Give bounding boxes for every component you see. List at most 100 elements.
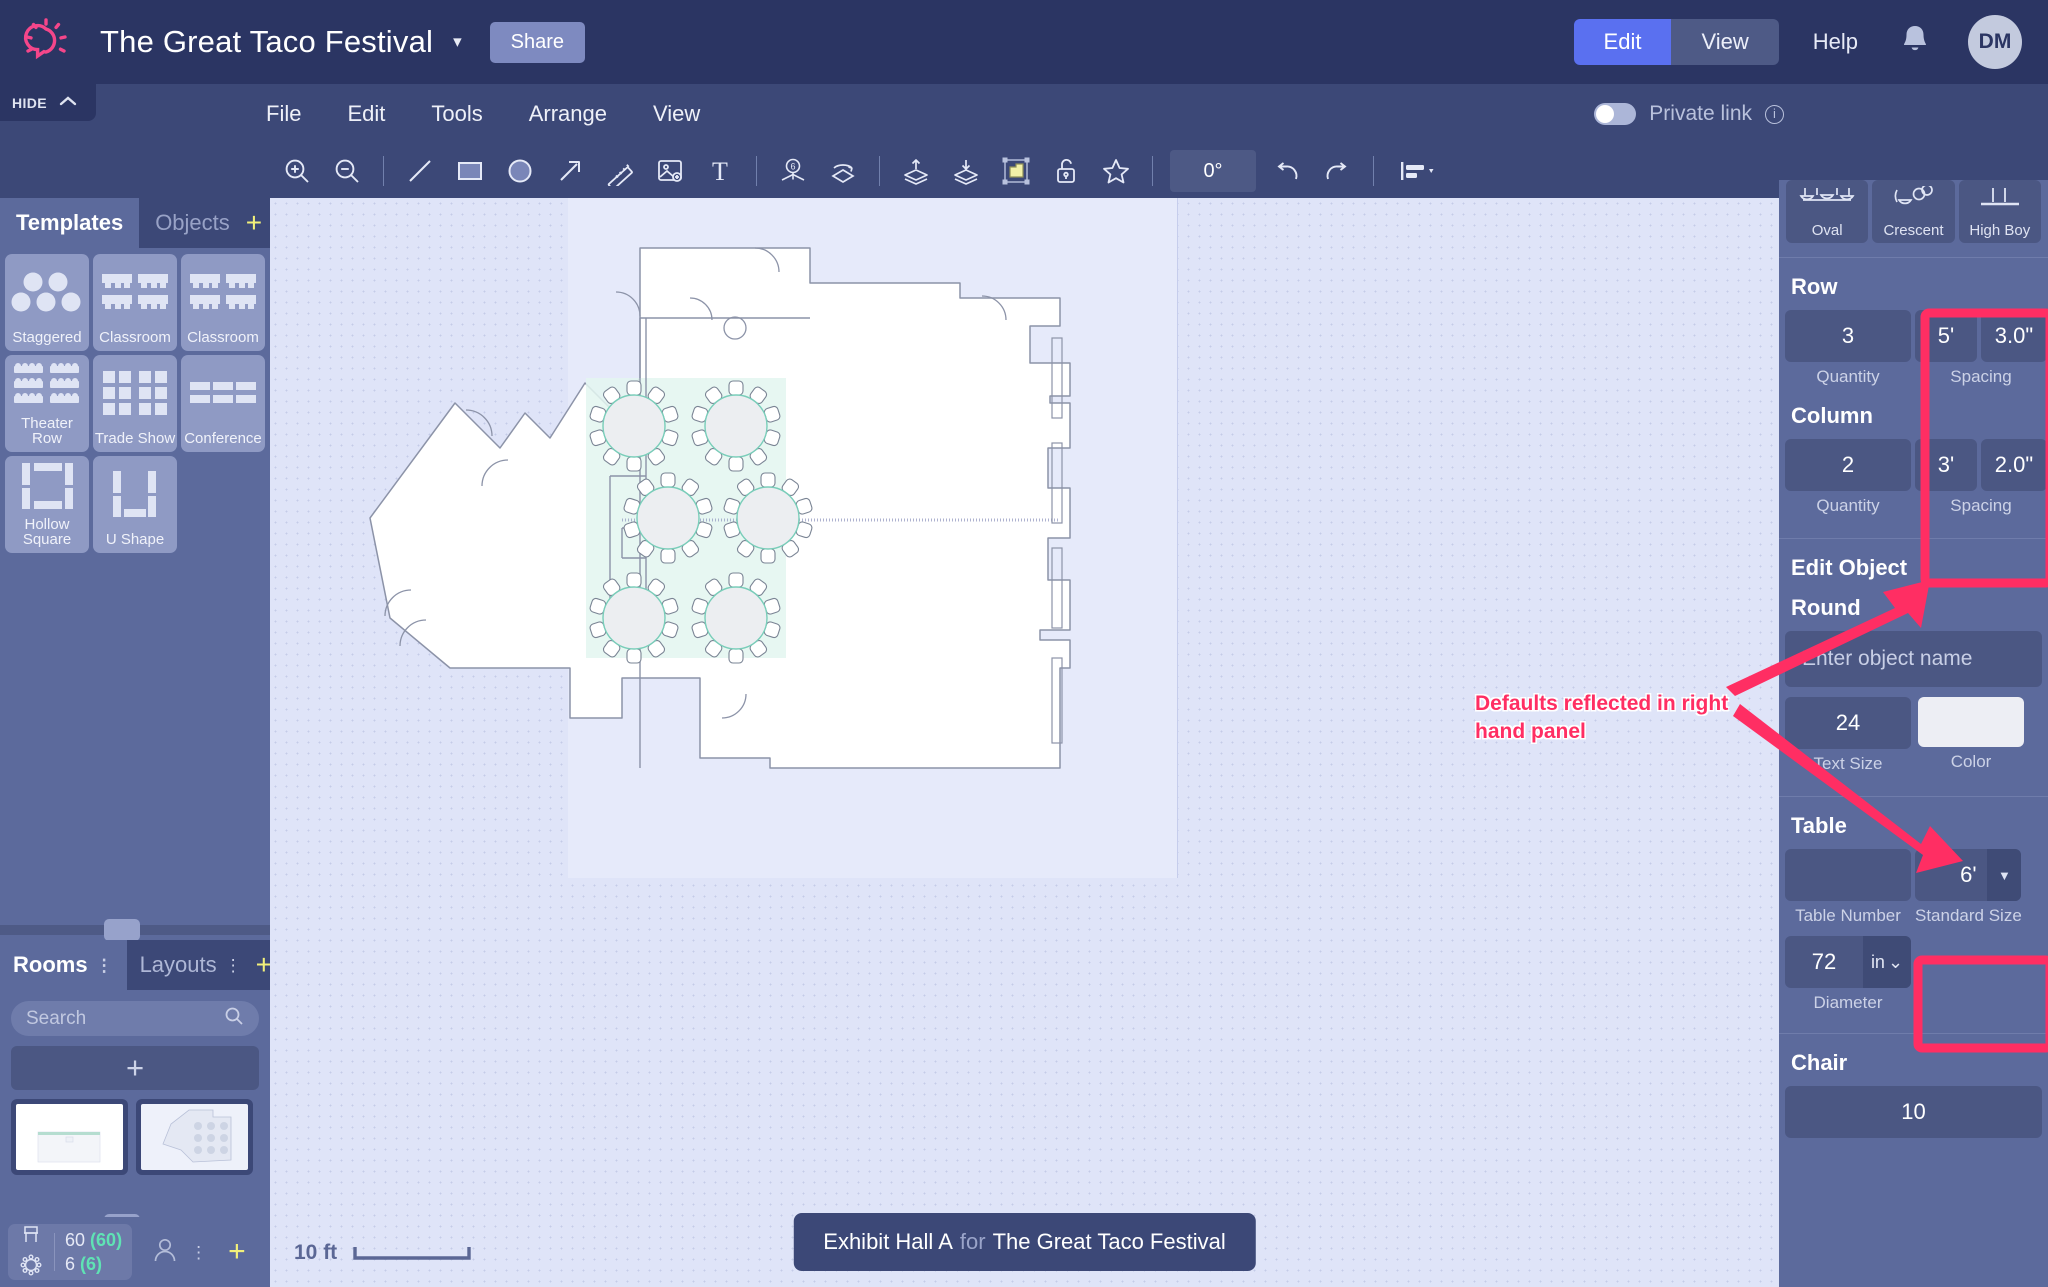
shape-card-oval[interactable]: Oval [1786,180,1868,243]
unlock-icon[interactable] [1041,144,1091,198]
object-name-placeholder: Enter object name [1802,647,1972,671]
flip-shape-icon[interactable] [818,144,868,198]
column-spacing-feet-input[interactable]: 3' [1915,439,1977,491]
person-icon[interactable] [150,1235,180,1270]
layouts-kebab-icon[interactable]: ⋮ [225,961,243,970]
room-thumbnail-1[interactable] [11,1099,128,1175]
measure-ruler-icon[interactable] [595,144,645,198]
private-link-label: Private link [1649,102,1752,126]
tab-templates[interactable]: Templates [0,198,139,248]
table-fields: Table Number 6' ▼ Standard Size [1785,849,2042,926]
menu-view[interactable]: View [653,101,700,127]
rooms-kebab-icon[interactable]: ⋮ [96,961,114,970]
text-size-wrap: 24 Text Size [1785,697,1911,774]
rectangle-tool-icon[interactable] [445,144,495,198]
text-tool-icon[interactable]: T [695,144,745,198]
column-fields: 2 Quantity 3' 2.0" Spacing [1785,439,2042,516]
arrow-tool-icon[interactable] [545,144,595,198]
room-thumbnail-2[interactable] [136,1099,253,1175]
chevron-down-icon: ⌄ [1888,952,1903,973]
column-settings-group: Column 2 Quantity 3' 2.0" Spacing [1779,387,2048,516]
tab-rooms[interactable]: Rooms ⋮ [0,940,127,990]
u-shape-art-icon [93,456,177,532]
menu-arrange[interactable]: Arrange [529,101,607,127]
template-card-classroom-1[interactable]: Classroom [93,254,177,351]
staggered-art-icon [5,254,89,330]
object-name-input[interactable]: Enter object name [1785,631,2042,687]
menu-items: File Edit Tools Arrange View [266,84,700,144]
tab-objects[interactable]: Objects [139,198,246,248]
template-card-hollow-square[interactable]: Hollow Square [5,456,89,553]
align-icon[interactable] [1385,144,1449,198]
shape-card-high-boy[interactable]: High Boy [1959,180,2041,243]
socialtables-logo-icon[interactable] [0,0,92,84]
standard-size-select[interactable]: 6' ▼ [1915,849,2021,901]
search-input[interactable]: Search [11,1001,259,1036]
rotation-input[interactable]: 0° [1170,150,1256,192]
group-shape-icon[interactable] [991,144,1041,198]
column-quantity-input[interactable]: 2 [1785,439,1911,491]
add-room-button[interactable]: + [11,1046,259,1090]
diameter-unit-select[interactable]: in ⌄ [1863,936,1911,988]
table-number-input[interactable] [1785,849,1911,901]
hide-panel-button[interactable]: HIDE [0,84,96,121]
template-card-classroom-2[interactable]: Classroom [181,254,265,351]
redo-icon[interactable] [1312,144,1362,198]
help-button[interactable]: Help [1813,29,1858,55]
template-card-trade-show[interactable]: Trade Show [93,355,177,452]
menu-tools[interactable]: Tools [431,101,482,127]
insert-image-icon[interactable] [645,144,695,198]
chair-settings-group: Chair [1779,1034,2048,1086]
zoom-in-icon[interactable] [272,144,322,198]
text-size-input[interactable]: 24 [1785,697,1911,749]
chair-quantity-input[interactable]: 10 [1785,1086,2042,1138]
splitter-handle[interactable] [104,919,140,941]
row-spacing-caption: Spacing [1915,367,2047,387]
ellipse-tool-icon[interactable] [495,144,545,198]
row-spacing-wrap: 5' 3.0" Spacing [1915,310,2047,387]
star-favorite-icon[interactable] [1091,144,1141,198]
diameter-fields: 72 in ⌄ Diameter [1785,936,2042,1013]
zoom-out-icon[interactable] [322,144,372,198]
line-tool-icon[interactable] [395,144,445,198]
template-card-u-shape[interactable]: U Shape [93,456,177,553]
undo-icon[interactable] [1262,144,1312,198]
search-placeholder: Search [26,1008,224,1030]
row-quantity-input[interactable]: 3 [1785,310,1911,362]
room-name-chip[interactable]: Exhibit Hall AforThe Great Taco Festival [793,1213,1255,1271]
shape-card-crescent[interactable]: Crescent [1872,180,1954,243]
title-dropdown-caret-icon[interactable]: ▾ [453,32,462,52]
view-mode-button[interactable]: View [1671,19,1778,65]
template-card-conference[interactable]: Conference [181,355,265,452]
add-guest-plus-icon[interactable]: + [228,1235,246,1269]
info-icon[interactable]: i [1765,105,1784,124]
toolbar-divider [756,156,757,186]
row-spacing-inches-input[interactable]: 3.0" [1981,310,2047,362]
seating-pin-icon[interactable]: 6 [768,144,818,198]
avatar[interactable]: DM [1968,15,2022,69]
column-section-title: Column [1785,387,2042,439]
right-properties-panel: Oval Crescent [1779,180,2048,1287]
private-link-toggle[interactable] [1594,103,1636,125]
menu-edit[interactable]: Edit [347,101,385,127]
left-panel-splitter-top[interactable] [0,925,270,935]
guest-list-control: ⋮ + [150,1235,246,1270]
send-to-back-icon[interactable] [941,144,991,198]
share-button[interactable]: Share [490,22,585,63]
row-quantity-caption: Quantity [1816,367,1879,387]
color-wrap: Color [1918,697,2024,774]
toolbar-tools: T 6 0° [272,144,1449,198]
diameter-input[interactable]: 72 in ⌄ [1785,936,1911,988]
guest-kebab-icon[interactable]: ⋮ [190,1248,208,1257]
row-spacing-feet-input[interactable]: 5' [1915,310,1977,362]
menu-file[interactable]: File [266,101,301,127]
column-spacing-inches-input[interactable]: 2.0" [1981,439,2047,491]
template-card-staggered[interactable]: Staggered [5,254,89,351]
edit-mode-button[interactable]: Edit [1574,19,1672,65]
bring-to-front-icon[interactable] [891,144,941,198]
template-card-theater-row[interactable]: Theater Row [5,355,89,452]
color-swatch[interactable] [1918,697,2024,747]
bell-icon[interactable] [1898,22,1932,63]
tab-layouts[interactable]: Layouts ⋮ [127,940,256,990]
diameter-caption: Diameter [1814,993,1883,1013]
